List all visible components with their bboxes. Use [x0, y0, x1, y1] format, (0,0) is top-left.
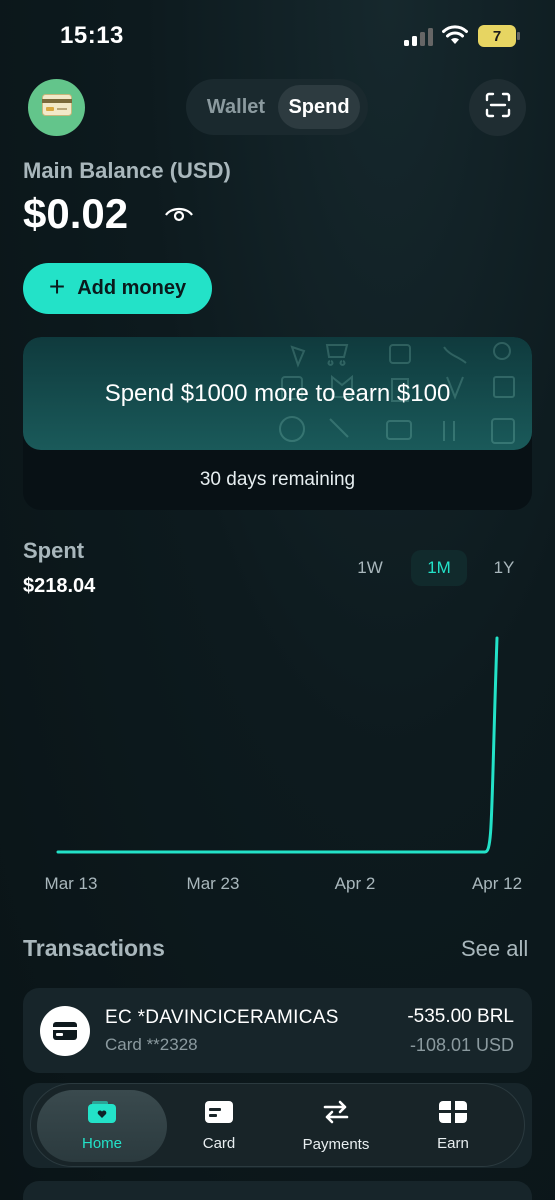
card-icon	[205, 1100, 233, 1127]
battery-icon: 7	[478, 25, 520, 47]
spend-line-chart: Mar 13 Mar 23 Apr 2 Apr 12	[45, 636, 522, 893]
period-1m[interactable]: 1M	[411, 550, 467, 586]
tab-spend[interactable]: Spend	[278, 85, 360, 129]
nav-earn-label: Earn	[437, 1134, 469, 1152]
bottom-nav: Home Card Payments Earn	[30, 1083, 525, 1167]
promo-remaining: 30 days remaining	[199, 469, 356, 490]
nav-payments[interactable]: Payments	[286, 1090, 386, 1162]
scan-icon	[485, 92, 511, 123]
scan-button[interactable]	[469, 79, 526, 136]
add-money-label: Add money	[77, 277, 187, 299]
transaction-amount-local: -535.00 BRL	[407, 1006, 514, 1027]
x-tick-label: Apr 2	[335, 874, 376, 893]
balance-amount: $0.02	[23, 190, 129, 237]
nav-earn[interactable]: Earn	[403, 1090, 503, 1162]
wifi-icon	[442, 25, 468, 50]
x-tick-label: Apr 12	[472, 874, 522, 893]
promo-text: Spend $1000 more to earn $100	[104, 379, 451, 407]
period-1w[interactable]: 1W	[343, 550, 397, 586]
tab-wallet[interactable]: Wallet	[196, 87, 276, 127]
transfer-arrows-icon	[323, 1100, 349, 1128]
period-1y[interactable]: 1Y	[480, 550, 528, 586]
nav-payments-label: Payments	[302, 1135, 370, 1153]
spent-title: Spent	[23, 538, 85, 563]
transaction-row[interactable]: EC *DAVINCICERAMICAS Card **2328 -535.00…	[23, 988, 532, 1073]
transaction-card: Card **2328	[105, 1035, 198, 1054]
gift-icon	[439, 1100, 467, 1127]
transaction-merchant: EC *DAVINCICERAMICAS	[105, 1007, 339, 1028]
spend-reward-card[interactable]: Spend $1000 more to earn $100 30 days re…	[23, 337, 532, 510]
transaction-amount-usd: -108.01 USD	[409, 1035, 514, 1055]
x-tick-label: Mar 13	[45, 874, 98, 893]
transaction-row[interactable]	[23, 1181, 532, 1200]
spend-series-line	[56, 636, 499, 854]
cellular-signal-icon	[404, 28, 434, 46]
nav-home-label: Home	[81, 1134, 122, 1152]
status-time: 15:13	[60, 22, 124, 49]
wallet-card-icon	[40, 1006, 90, 1056]
nav-card[interactable]: Card	[169, 1090, 269, 1162]
nav-home[interactable]: Home	[37, 1090, 167, 1162]
nav-card-label: Card	[202, 1134, 236, 1152]
plus-icon: +	[48, 271, 66, 302]
x-tick-label: Mar 23	[187, 874, 240, 893]
balance-label: Main Balance (USD)	[23, 158, 231, 183]
promo-banner: Spend $1000 more to earn $100	[23, 337, 532, 450]
avatar[interactable]	[28, 79, 85, 136]
transactions-title: Transactions	[23, 935, 165, 961]
home-wallet-icon	[88, 1100, 116, 1127]
add-money-button[interactable]: + Add money	[23, 263, 212, 314]
eye-icon[interactable]	[164, 202, 194, 229]
spent-amount: $218.04	[23, 575, 96, 597]
credit-card-icon	[41, 94, 72, 121]
see-all-link[interactable]: See all	[461, 936, 528, 962]
wallet-spend-toggle: Wallet Spend	[186, 79, 368, 135]
